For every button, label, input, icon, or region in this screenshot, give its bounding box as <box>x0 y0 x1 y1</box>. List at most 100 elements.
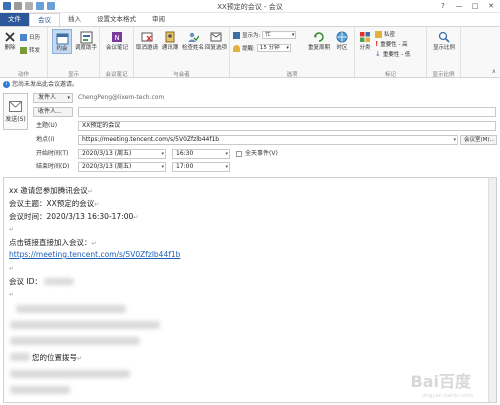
title-bar: XX预定的会议 - 会议 ? — □ ✕ <box>0 0 500 13</box>
time-zone-button[interactable]: 时区 <box>332 30 352 51</box>
body-line-topic: 会议主题：XX预定的会议↵ <box>9 199 100 208</box>
window-controls: ? — □ ✕ <box>436 1 498 11</box>
show-as-select[interactable]: 忙 ▾ <box>262 31 297 39</box>
rooms-button[interactable]: 会议室(M)... <box>460 135 497 145</box>
tab-format-text[interactable]: 设置文本格式 <box>89 13 144 26</box>
importance-high-button[interactable]: ! 重要性 - 高 <box>375 40 408 48</box>
body-line-click-link: 点击链接直接加入会议：↵ <box>9 238 97 247</box>
recurrence-icon <box>312 30 326 44</box>
maximize-button[interactable]: □ <box>468 1 482 11</box>
categorize-icon <box>358 30 372 44</box>
appointment-button[interactable]: 约会 <box>52 29 72 54</box>
tab-file[interactable]: 文件 <box>0 13 29 26</box>
reminder-field[interactable]: 提醒: 15 分钟 ▾ <box>233 44 291 52</box>
scheduling-assistant-button[interactable]: 调度助手 <box>75 30 97 51</box>
meeting-link[interactable]: https://meeting.tencent.com/s/5V0Zfzlb44… <box>9 250 180 259</box>
group-actions: 删除 日历 转发 动作 <box>0 27 48 79</box>
exclamation-icon: ! <box>375 40 379 48</box>
down-arrow-icon: ↓ <box>375 50 381 58</box>
chevron-down-icon: ▾ <box>291 32 295 38</box>
start-date-field[interactable]: 2020/3/13 (周五) ▾ <box>78 149 166 159</box>
bell-icon <box>233 44 240 52</box>
body-line-meeting-id: 会议 ID： <box>9 277 42 286</box>
show-as-field[interactable]: 显示为: 忙 ▾ <box>233 31 297 39</box>
redacted-meeting-id <box>44 278 74 285</box>
end-time-field[interactable]: 17:00 ▾ <box>172 162 230 172</box>
from-address: ChengPeng@lixem-tech.com <box>78 94 165 101</box>
response-options-icon <box>209 30 223 44</box>
calendar-button[interactable]: 日历 <box>20 33 40 41</box>
send-icon <box>9 100 22 112</box>
group-options: 显示为: 忙 ▾ 提醒: 15 分钟 ▾ 重复周期 时区 选项 <box>230 27 355 79</box>
group-attendees: 取消邀请 通讯簿 检查姓名 回复选项 与会者 <box>134 27 230 79</box>
from-button[interactable]: 发件人 ▾ <box>33 93 73 103</box>
end-date-field[interactable]: 2020/3/13 (周五) ▾ <box>78 162 166 172</box>
calendar-dropdown-icon: ▾ <box>161 164 164 170</box>
calendar-icon <box>20 33 27 41</box>
chevron-down-icon: ▾ <box>286 45 289 51</box>
body-blank: ↵ <box>9 291 15 298</box>
redacted-text-6 <box>10 386 70 394</box>
zoom-button[interactable]: 显示比例 <box>430 30 458 51</box>
onenote-icon: N <box>110 30 124 44</box>
body-line-time: 会议时间：2020/3/13 16:30-17:00↵ <box>9 212 139 221</box>
cancel-invitation-button[interactable]: 取消邀请 <box>136 30 158 51</box>
lock-icon <box>375 30 382 38</box>
to-button[interactable]: 收件人... <box>33 107 73 117</box>
vertical-scrollbar[interactable] <box>488 178 496 402</box>
scheduling-icon <box>79 30 93 44</box>
all-day-checkbox[interactable] <box>236 151 242 157</box>
appointment-icon <box>55 31 69 45</box>
end-time-label: 结束时间(D) <box>36 163 70 170</box>
redacted-text-3 <box>10 337 140 345</box>
chevron-down-icon: ▾ <box>67 95 70 101</box>
subject-label: 主题(U) <box>36 122 58 129</box>
svg-text:N: N <box>114 34 119 42</box>
private-button[interactable]: 私密 <box>375 30 395 38</box>
magnifier-icon <box>437 30 451 44</box>
location-field[interactable]: https://meeting.tencent.com/s/5V0Zfzlb44… <box>78 135 458 145</box>
tab-meeting[interactable]: 会议 <box>29 13 60 26</box>
all-day-label: 全天事件(V) <box>245 150 278 157</box>
watermark-logo: Bai百度 <box>410 372 471 391</box>
tab-review[interactable]: 审阅 <box>144 13 173 26</box>
reminder-select[interactable]: 15 分钟 ▾ <box>256 44 291 52</box>
check-names-icon <box>186 30 200 44</box>
address-book-icon <box>163 30 177 44</box>
check-names-button[interactable]: 检查姓名 <box>182 30 204 51</box>
minimize-button[interactable]: — <box>452 1 466 11</box>
send-button[interactable]: 发送(S) <box>3 93 28 130</box>
importance-low-button[interactable]: ↓ 重要性 - 低 <box>375 50 410 58</box>
to-field[interactable] <box>78 107 496 117</box>
show-as-icon <box>233 31 240 39</box>
chevron-down-icon: ▾ <box>453 137 456 143</box>
cancel-invitation-icon <box>140 30 154 44</box>
redacted-text-2 <box>10 321 160 329</box>
globe-icon <box>335 30 349 44</box>
forward-button[interactable]: 转发 <box>20 46 40 54</box>
meeting-notes-button[interactable]: N 会议笔记 <box>104 30 130 51</box>
group-zoom: 显示比例 显示比例 <box>427 27 461 79</box>
calendar-dropdown-icon: ▾ <box>161 151 164 157</box>
address-book-button[interactable]: 通讯簿 <box>159 30 181 51</box>
help-button[interactable]: ? <box>436 1 450 11</box>
recurrence-button[interactable]: 重复周期 <box>308 30 330 51</box>
redacted-text-5 <box>10 370 130 378</box>
message-body[interactable]: xx 邀请您参加腾讯会议↵ 会议主题：XX预定的会议↵ 会议时间：2020/3/… <box>3 177 497 403</box>
tab-insert[interactable]: 插入 <box>60 13 89 26</box>
close-button[interactable]: ✕ <box>484 1 498 11</box>
subject-field[interactable]: XX预定的会议 <box>78 121 496 131</box>
start-time-field[interactable]: 16:30 ▾ <box>172 149 230 159</box>
body-blank: ↵ <box>9 265 15 272</box>
response-options-button[interactable]: 回复选项 <box>205 30 227 51</box>
categorize-button[interactable]: 分类 <box>357 30 373 51</box>
body-line-location-dial: 您的位置拨号↵ <box>32 353 83 362</box>
ribbon: 删除 日历 转发 动作 约会 调度助手 显示 N 会议笔记 会议笔记 取消邀请 … <box>0 26 500 79</box>
collapse-ribbon-icon[interactable]: ∧ <box>492 68 496 75</box>
group-meeting-notes: N 会议笔记 会议笔记 <box>100 27 134 79</box>
body-line-invite: xx 邀请您参加腾讯会议↵ <box>9 186 93 195</box>
watermark-url: jingyan.baidu.com <box>422 393 473 399</box>
chevron-down-icon: ▾ <box>225 164 228 170</box>
delete-button[interactable]: 删除 <box>2 30 18 51</box>
redacted-text-4 <box>10 353 30 361</box>
